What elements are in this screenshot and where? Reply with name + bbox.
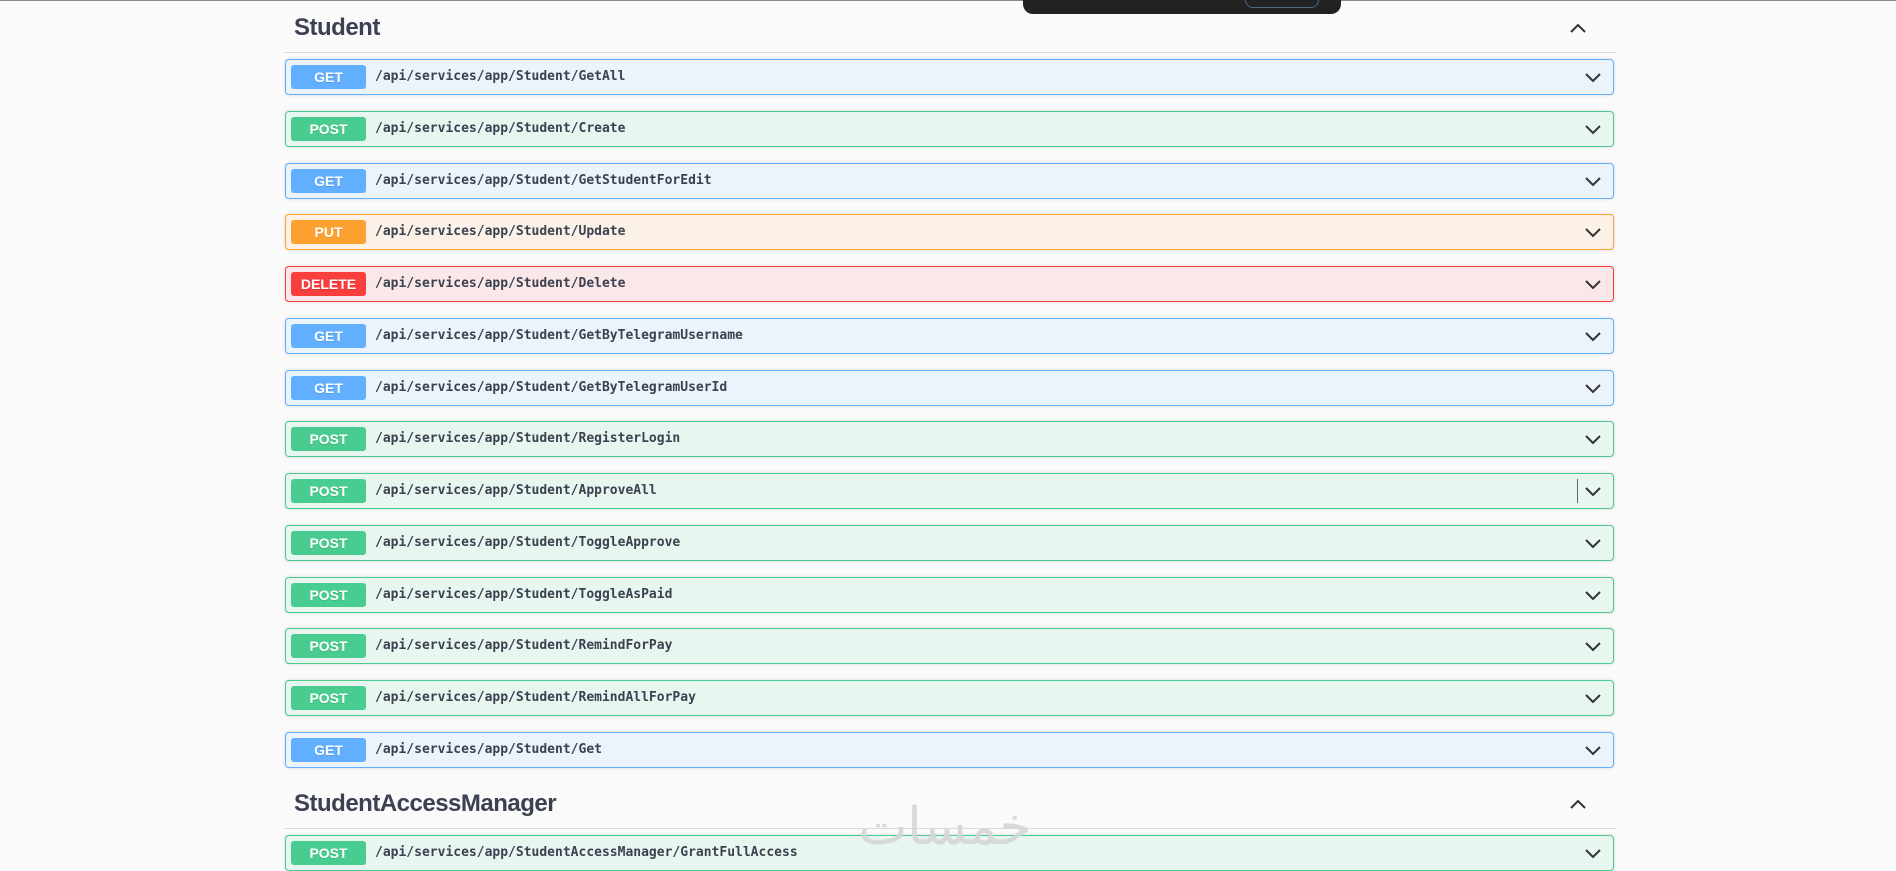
operation-path: /api/services/app/Student/RegisterLogin (375, 431, 681, 447)
method-badge: POST (291, 841, 366, 865)
chevron-down-icon[interactable] (1584, 845, 1602, 863)
chevron-up-icon[interactable] (1567, 793, 1589, 815)
method-badge: POST (291, 479, 366, 503)
watermark-logo: خمسات (858, 797, 1032, 857)
operation-path: /api/services/app/StudentAccessManager/G… (375, 845, 798, 860)
method-badge: POST (291, 427, 366, 452)
operation-put[interactable]: PUT/api/services/app/Student/Update (285, 214, 1614, 251)
operation-post[interactable]: POST/api/services/app/Student/Create (285, 110, 1614, 147)
method-badge: GET (291, 65, 366, 89)
method-badge: POST (291, 530, 366, 555)
method-badge: GET (291, 375, 366, 400)
operation-post[interactable]: POST/api/services/app/Student/RemindForP… (285, 628, 1614, 665)
chevron-down-icon[interactable] (1584, 690, 1602, 708)
operation-path: /api/services/app/Student/RemindAllForPa… (375, 690, 696, 705)
chevron-down-icon[interactable] (1584, 224, 1602, 242)
tag-title: StudentAccessManager (294, 790, 557, 817)
method-badge: POST (291, 116, 366, 141)
chevron-down-icon[interactable] (1584, 431, 1602, 449)
operation-path: /api/services/app/Student/RemindForPay (375, 638, 673, 654)
operation-delete[interactable]: DELETE/api/services/app/Student/Delete (285, 266, 1614, 302)
operation-get[interactable]: GET/api/services/app/Student/GetByTelegr… (285, 317, 1614, 354)
operation-path: /api/services/app/Student/GetStudentForE… (375, 172, 712, 188)
focus-separator (1577, 479, 1578, 503)
operation-get[interactable]: GET/api/services/app/Student/GetAll (285, 59, 1614, 95)
tag-section-student: Student (285, 0, 1617, 53)
operation-path: /api/services/app/Student/ToggleApprove (375, 534, 681, 550)
method-badge: GET (291, 737, 366, 762)
operation-path: /api/services/app/Student/GetByTelegramU… (375, 379, 728, 395)
method-badge: GET (291, 323, 366, 348)
operation-path: /api/services/app/Student/ApproveAll (375, 483, 657, 498)
tag-header-student[interactable]: Student (285, 0, 1617, 53)
chevron-down-icon[interactable] (1584, 587, 1602, 605)
operation-get[interactable]: GET/api/services/app/Student/GetStudentF… (285, 162, 1614, 199)
tag-title: Student (294, 14, 380, 41)
operation-path: /api/services/app/Student/Get (375, 741, 602, 757)
operation-post[interactable]: POST/api/services/app/Student/ApproveAll (285, 473, 1614, 509)
operation-path: /api/services/app/Student/Update (375, 224, 626, 240)
method-badge: POST (291, 634, 366, 659)
operation-get[interactable]: GET/api/services/app/Student/Get (285, 731, 1614, 768)
chevron-down-icon[interactable] (1584, 328, 1602, 346)
operation-path: /api/services/app/Student/Delete (375, 276, 626, 291)
operation-path: /api/services/app/Student/Create (375, 120, 626, 136)
operation-path: /api/services/app/Student/GetByTelegramU… (375, 327, 743, 343)
operation-path: /api/services/app/Student/GetAll (375, 69, 626, 84)
method-badge: POST (291, 582, 366, 607)
method-badge: PUT (291, 220, 366, 245)
operation-post[interactable]: POST/api/services/app/Student/RegisterLo… (285, 421, 1614, 458)
chevron-down-icon[interactable] (1584, 121, 1602, 139)
chevron-down-icon[interactable] (1584, 173, 1602, 191)
method-badge: GET (291, 168, 366, 193)
chevron-down-icon[interactable] (1584, 638, 1602, 656)
chevron-down-icon[interactable] (1584, 535, 1602, 553)
chevron-down-icon[interactable] (1584, 742, 1602, 760)
method-badge: DELETE (291, 272, 366, 296)
chevron-down-icon[interactable] (1584, 483, 1602, 501)
operation-post[interactable]: POST/api/services/app/Student/ToggleAsPa… (285, 576, 1614, 613)
method-badge: POST (291, 686, 366, 710)
chevron-down-icon[interactable] (1584, 276, 1602, 294)
operation-post[interactable]: POST/api/services/app/Student/RemindAllF… (285, 680, 1614, 716)
operation-get[interactable]: GET/api/services/app/Student/GetByTelegr… (285, 369, 1614, 406)
operation-path: /api/services/app/Student/ToggleAsPaid (375, 586, 673, 602)
chevron-down-icon[interactable] (1584, 69, 1602, 87)
chevron-down-icon[interactable] (1584, 380, 1602, 398)
chevron-up-icon[interactable] (1567, 17, 1589, 39)
operation-post[interactable]: POST/api/services/app/Student/ToggleAppr… (285, 524, 1614, 561)
